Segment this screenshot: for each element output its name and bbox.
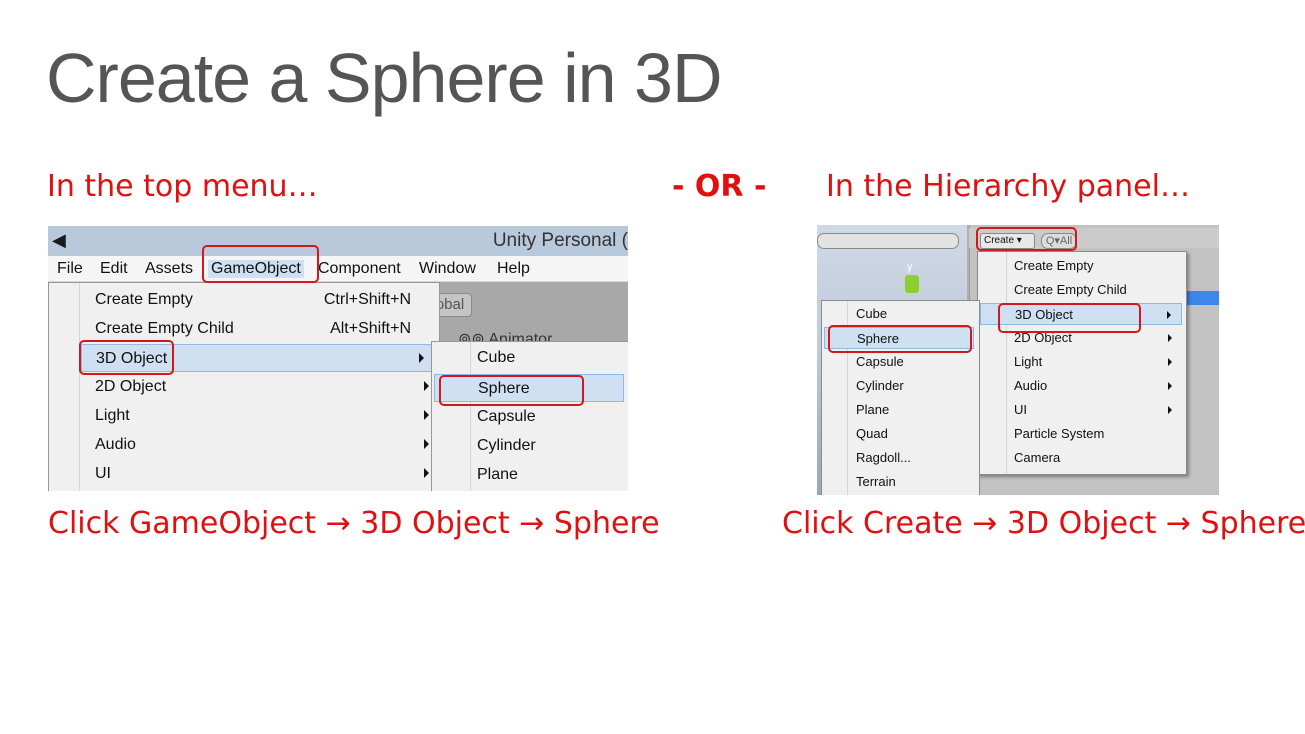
submenu-item-plane[interactable]: Plane — [824, 399, 974, 421]
submenu-item-label: Plane — [477, 466, 518, 483]
menu-item-shortcut: Ctrl+Shift+N — [323, 291, 411, 308]
right-caption: Click Create → 3D Object → Sphere — [782, 506, 1305, 541]
menu-item-audio[interactable]: Audio — [49, 431, 439, 459]
menu-item-camera[interactable]: Camera — [980, 447, 1182, 469]
submenu-item-capsule[interactable]: Capsule — [434, 403, 624, 431]
menu-item-create-empty[interactable]: Create Empty — [980, 255, 1182, 277]
submenu-arrow-icon — [424, 439, 429, 449]
submenu-item-label: Cylinder — [477, 437, 536, 454]
submenu-arrow-icon — [1167, 311, 1171, 319]
menu-item-label: Create Empty Child — [95, 320, 234, 337]
unity-logo-icon: ◀ — [52, 230, 66, 250]
menu-item-particle-system[interactable]: Particle System — [980, 423, 1182, 445]
submenu-item-label: Plane — [856, 402, 890, 417]
submenu-item-label: Quad — [856, 426, 888, 441]
menu-item-label: Camera — [1014, 450, 1061, 465]
create-dropdown: Create Empty Create Empty Child 3D Objec… — [977, 251, 1187, 475]
submenu-arrow-icon — [1168, 358, 1172, 366]
callout-3d-object — [998, 303, 1141, 333]
menu-item-2d-object[interactable]: 2D Object — [49, 373, 439, 401]
menu-item-light[interactable]: Light — [49, 402, 439, 430]
submenu-item-cylinder[interactable]: Cylinder — [434, 432, 624, 460]
menubar: File Edit Assets GameObject Component Wi… — [48, 256, 628, 282]
callout-3d-object — [79, 340, 174, 375]
unity-menu-screenshot: ◀ Unity Personal ( File Edit Assets Game… — [48, 226, 628, 491]
menu-item-label: Create Empty — [1014, 258, 1094, 273]
menu-item-create-empty[interactable]: Create Empty Ctrl+Shift+N — [49, 286, 439, 314]
callout-sphere — [439, 375, 584, 406]
menu-assets[interactable]: Assets — [145, 260, 193, 278]
submenu-arrow-icon — [424, 468, 429, 478]
menu-item-label: Light — [1014, 354, 1043, 369]
slide-title: Create a Sphere in 3D — [46, 39, 723, 117]
submenu-item-label: Terrain — [856, 474, 896, 489]
gizmo-y-icon — [905, 275, 919, 293]
submenu-item-label: Cube — [477, 349, 516, 366]
menu-item-label: 2D Object — [95, 378, 167, 395]
selected-row[interactable] — [1182, 291, 1219, 305]
or-separator: - OR - — [672, 169, 767, 204]
menu-item-ui[interactable]: UI — [49, 460, 439, 488]
menu-item-ui[interactable]: UI — [980, 399, 1182, 421]
right-heading: In the Hierarchy panel… — [826, 169, 1190, 204]
menu-item-label: Create Empty — [95, 291, 193, 308]
menu-item-light[interactable]: Light — [980, 351, 1182, 373]
window-titlebar: ◀ Unity Personal ( — [48, 226, 628, 256]
menu-item-label: Particle System — [1014, 426, 1105, 441]
submenu-item-cube[interactable]: Cube — [824, 303, 974, 325]
submenu-arrow-icon — [424, 410, 429, 420]
submenu-arrow-icon — [424, 381, 429, 391]
menu-item-label: Create Empty Child — [1014, 282, 1127, 297]
submenu-item-label: Cylinder — [856, 378, 904, 393]
menu-item-label: Audio — [95, 436, 136, 453]
submenu-item-plane[interactable]: Plane — [434, 461, 624, 489]
submenu-item-label: Capsule — [477, 408, 536, 425]
unity-hierarchy-screenshot: y Create ▾ Q▾All Create Empty Create Emp… — [817, 225, 1219, 495]
menu-help[interactable]: Help — [497, 260, 530, 278]
menu-item-label: Audio — [1014, 378, 1048, 393]
submenu-arrow-icon — [1168, 406, 1172, 414]
callout-sphere — [828, 325, 972, 353]
menu-file[interactable]: File — [57, 260, 83, 278]
menu-item-shortcut: Alt+Shift+N — [330, 320, 411, 337]
menu-item-label: UI — [95, 465, 111, 482]
callout-create — [976, 227, 1077, 251]
gizmo-axis-label: y — [907, 261, 913, 273]
menu-edit[interactable]: Edit — [100, 260, 128, 278]
menu-item-label: UI — [1014, 402, 1027, 417]
submenu-item-ragdoll[interactable]: Ragdoll... — [824, 447, 974, 469]
menu-component[interactable]: Component — [318, 260, 401, 278]
3d-object-submenu: Cube Sphere Capsule Cylinder Plane — [431, 341, 628, 491]
left-heading: In the top menu… — [47, 169, 318, 204]
menu-item-label: Light — [95, 407, 130, 424]
menu-item-audio[interactable]: Audio — [980, 375, 1182, 397]
submenu-item-terrain[interactable]: Terrain — [824, 471, 974, 493]
submenu-item-quad[interactable]: Quad — [824, 423, 974, 445]
left-caption: Click GameObject → 3D Object → Sphere — [48, 506, 660, 541]
window-title: Unity Personal ( — [492, 230, 628, 251]
submenu-item-label: Capsule — [856, 354, 904, 369]
gameobject-dropdown: Create Empty Ctrl+Shift+N Create Empty C… — [48, 282, 440, 491]
menu-item-create-empty-child[interactable]: Create Empty Child Alt+Shift+N — [49, 315, 439, 343]
submenu-item-capsule[interactable]: Capsule — [824, 351, 974, 373]
submenu-item-cylinder[interactable]: Cylinder — [824, 375, 974, 397]
submenu-arrow-icon — [1168, 382, 1172, 390]
submenu-item-label: Cube — [856, 306, 888, 321]
scene-search-bar[interactable] — [817, 233, 959, 249]
callout-gameobject — [202, 245, 319, 283]
menu-item-create-empty-child[interactable]: Create Empty Child — [980, 279, 1182, 301]
submenu-arrow-icon — [419, 353, 424, 363]
submenu-arrow-icon — [1168, 334, 1172, 342]
menu-window[interactable]: Window — [419, 260, 476, 278]
submenu-item-cube[interactable]: Cube — [434, 344, 624, 372]
submenu-item-label: Ragdoll... — [856, 450, 911, 465]
